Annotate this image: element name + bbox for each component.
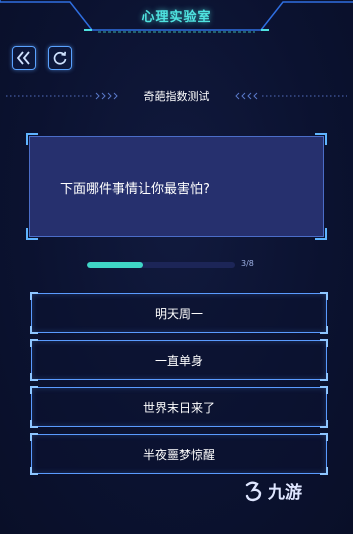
option-label: 世界末日来了 — [142, 400, 215, 415]
option-corner — [30, 292, 38, 300]
answer-option-3[interactable]: 世界末日来了 — [30, 386, 328, 428]
watermark-text: 九游 — [268, 483, 302, 503]
option-corner — [320, 433, 328, 441]
section-header: 奇葩指数测试 — [0, 86, 353, 106]
option-corner — [30, 433, 38, 441]
question-text: 下面哪件事情让你最害怕? — [60, 182, 210, 197]
back-button[interactable] — [12, 46, 36, 70]
option-corner — [30, 420, 38, 428]
answer-option-1[interactable]: 明天周一 — [30, 292, 328, 334]
option-corner — [320, 420, 328, 428]
header-bar: 心理实验室 — [0, 0, 353, 34]
app-title: 心理实验室 — [141, 10, 212, 25]
progress-bar — [87, 262, 235, 268]
option-corner — [30, 386, 38, 394]
card-corner — [315, 228, 327, 240]
answer-option-2[interactable]: 一直单身 — [30, 339, 328, 381]
progress-label: 3/8 — [241, 259, 254, 268]
card-corner — [315, 133, 327, 145]
option-corner — [320, 386, 328, 394]
card-corner — [26, 228, 38, 240]
option-corner — [30, 373, 38, 381]
question-card: 下面哪件事情让你最害怕? — [26, 133, 327, 240]
option-corner — [320, 467, 328, 475]
double-chevron-left-icon — [16, 51, 30, 65]
option-corner — [30, 467, 38, 475]
watermark: 九游 — [243, 478, 302, 503]
test-screen: 心理实验室 奇葩指数测试 下面哪件事情让你最害怕? 3/8 明天周一 一直单身 … — [0, 0, 353, 534]
option-corner — [320, 339, 328, 347]
option-label: 一直单身 — [154, 353, 203, 368]
option-label: 明天周一 — [154, 306, 203, 321]
card-corner — [26, 133, 38, 145]
option-corner — [320, 326, 328, 334]
option-corner — [320, 373, 328, 381]
option-corner — [30, 326, 38, 334]
progress-bar-fill — [87, 262, 143, 268]
refresh-icon — [53, 51, 67, 65]
answer-option-4[interactable]: 半夜噩梦惊醒 — [30, 433, 328, 475]
9game-logo-icon — [245, 481, 262, 501]
option-corner — [30, 339, 38, 347]
refresh-button[interactable] — [48, 46, 72, 70]
test-title: 奇葩指数测试 — [143, 90, 210, 103]
option-label: 半夜噩梦惊醒 — [142, 447, 215, 462]
option-corner — [320, 292, 328, 300]
